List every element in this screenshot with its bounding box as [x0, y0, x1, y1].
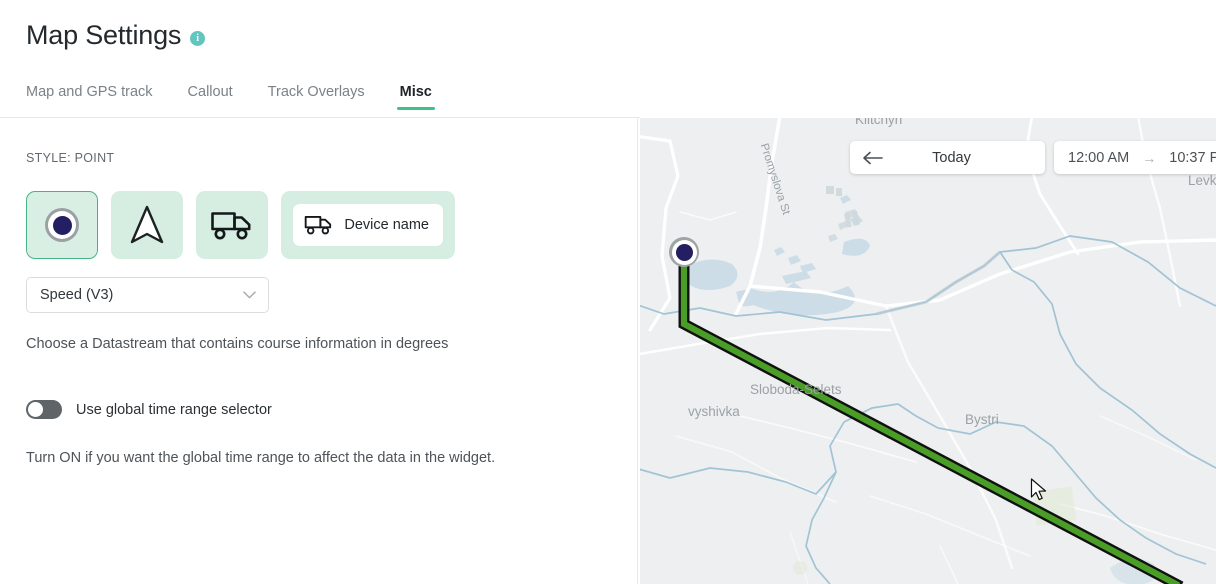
truck-icon: [304, 216, 332, 235]
datastream-hint: Choose a Datastream that contains course…: [26, 336, 449, 352]
map-settings-screen: Map Settings i Map and GPS track Callout…: [0, 0, 1216, 584]
header-divider: [0, 117, 640, 118]
global-time-range-toggle[interactable]: [26, 400, 62, 419]
map-canvas: [640, 116, 1216, 584]
global-time-hint: Turn ON if you want the global time rang…: [26, 450, 496, 466]
info-icon-glyph: i: [196, 32, 200, 44]
time-range-control[interactable]: 12:00 AM → 10:37 P: [1054, 141, 1216, 174]
page-title: Map Settings: [26, 20, 182, 50]
page-title-row: Map Settings i: [26, 20, 206, 50]
tab-misc[interactable]: Misc: [396, 84, 436, 110]
device-name-label: Device name: [344, 217, 429, 233]
style-option-arrow[interactable]: [111, 191, 183, 259]
time-range-start: 12:00 AM: [1068, 149, 1130, 166]
toggle-knob: [28, 402, 43, 417]
style-section-label: STYLE: POINT: [26, 151, 115, 165]
map-view[interactable]: Klitchyn Promyslova St Sloboda-Selets By…: [640, 116, 1216, 584]
global-time-toggle-label: Use global time range selector: [76, 401, 272, 418]
gps-position-marker[interactable]: [669, 237, 699, 267]
style-option-truck-with-label[interactable]: Device name: [281, 191, 455, 259]
datastream-select[interactable]: Speed (V3): [26, 277, 269, 313]
chevron-down-icon: [243, 291, 256, 299]
tab-track-overlays[interactable]: Track Overlays: [268, 84, 365, 110]
datastream-select-value: Speed (V3): [40, 287, 114, 303]
marker-dot: [675, 243, 693, 261]
today-control[interactable]: Today: [850, 141, 1045, 174]
style-option-group: Device name: [26, 191, 455, 259]
navigation-arrow-icon: [130, 205, 164, 244]
global-time-toggle-row: Use global time range selector: [26, 400, 272, 419]
tab-callout[interactable]: Callout: [188, 84, 233, 110]
map-time-controls: Today 12:00 AM → 10:37 P: [850, 141, 1216, 174]
time-range-end: 10:37 P: [1169, 149, 1216, 166]
truck-icon: [211, 211, 251, 239]
style-option-truck[interactable]: [196, 191, 268, 259]
style-option-point-marker[interactable]: [26, 191, 98, 259]
arrow-left-icon[interactable]: [850, 151, 894, 165]
info-icon[interactable]: i: [190, 31, 206, 46]
tab-bar: Map and GPS track Callout Track Overlays…: [26, 84, 467, 110]
arrow-right-icon: →: [1142, 149, 1157, 166]
circle-marker-icon: [45, 208, 79, 242]
settings-panel: STYLE: POINT Device name Speed (V3) Choo…: [0, 118, 638, 584]
device-name-pill: Device name: [293, 204, 443, 246]
page-header: Map Settings i Map and GPS track Callout…: [0, 0, 1216, 118]
marker-ring: [671, 239, 697, 265]
today-label: Today: [932, 149, 971, 166]
tab-map-and-gps-track[interactable]: Map and GPS track: [26, 84, 153, 110]
